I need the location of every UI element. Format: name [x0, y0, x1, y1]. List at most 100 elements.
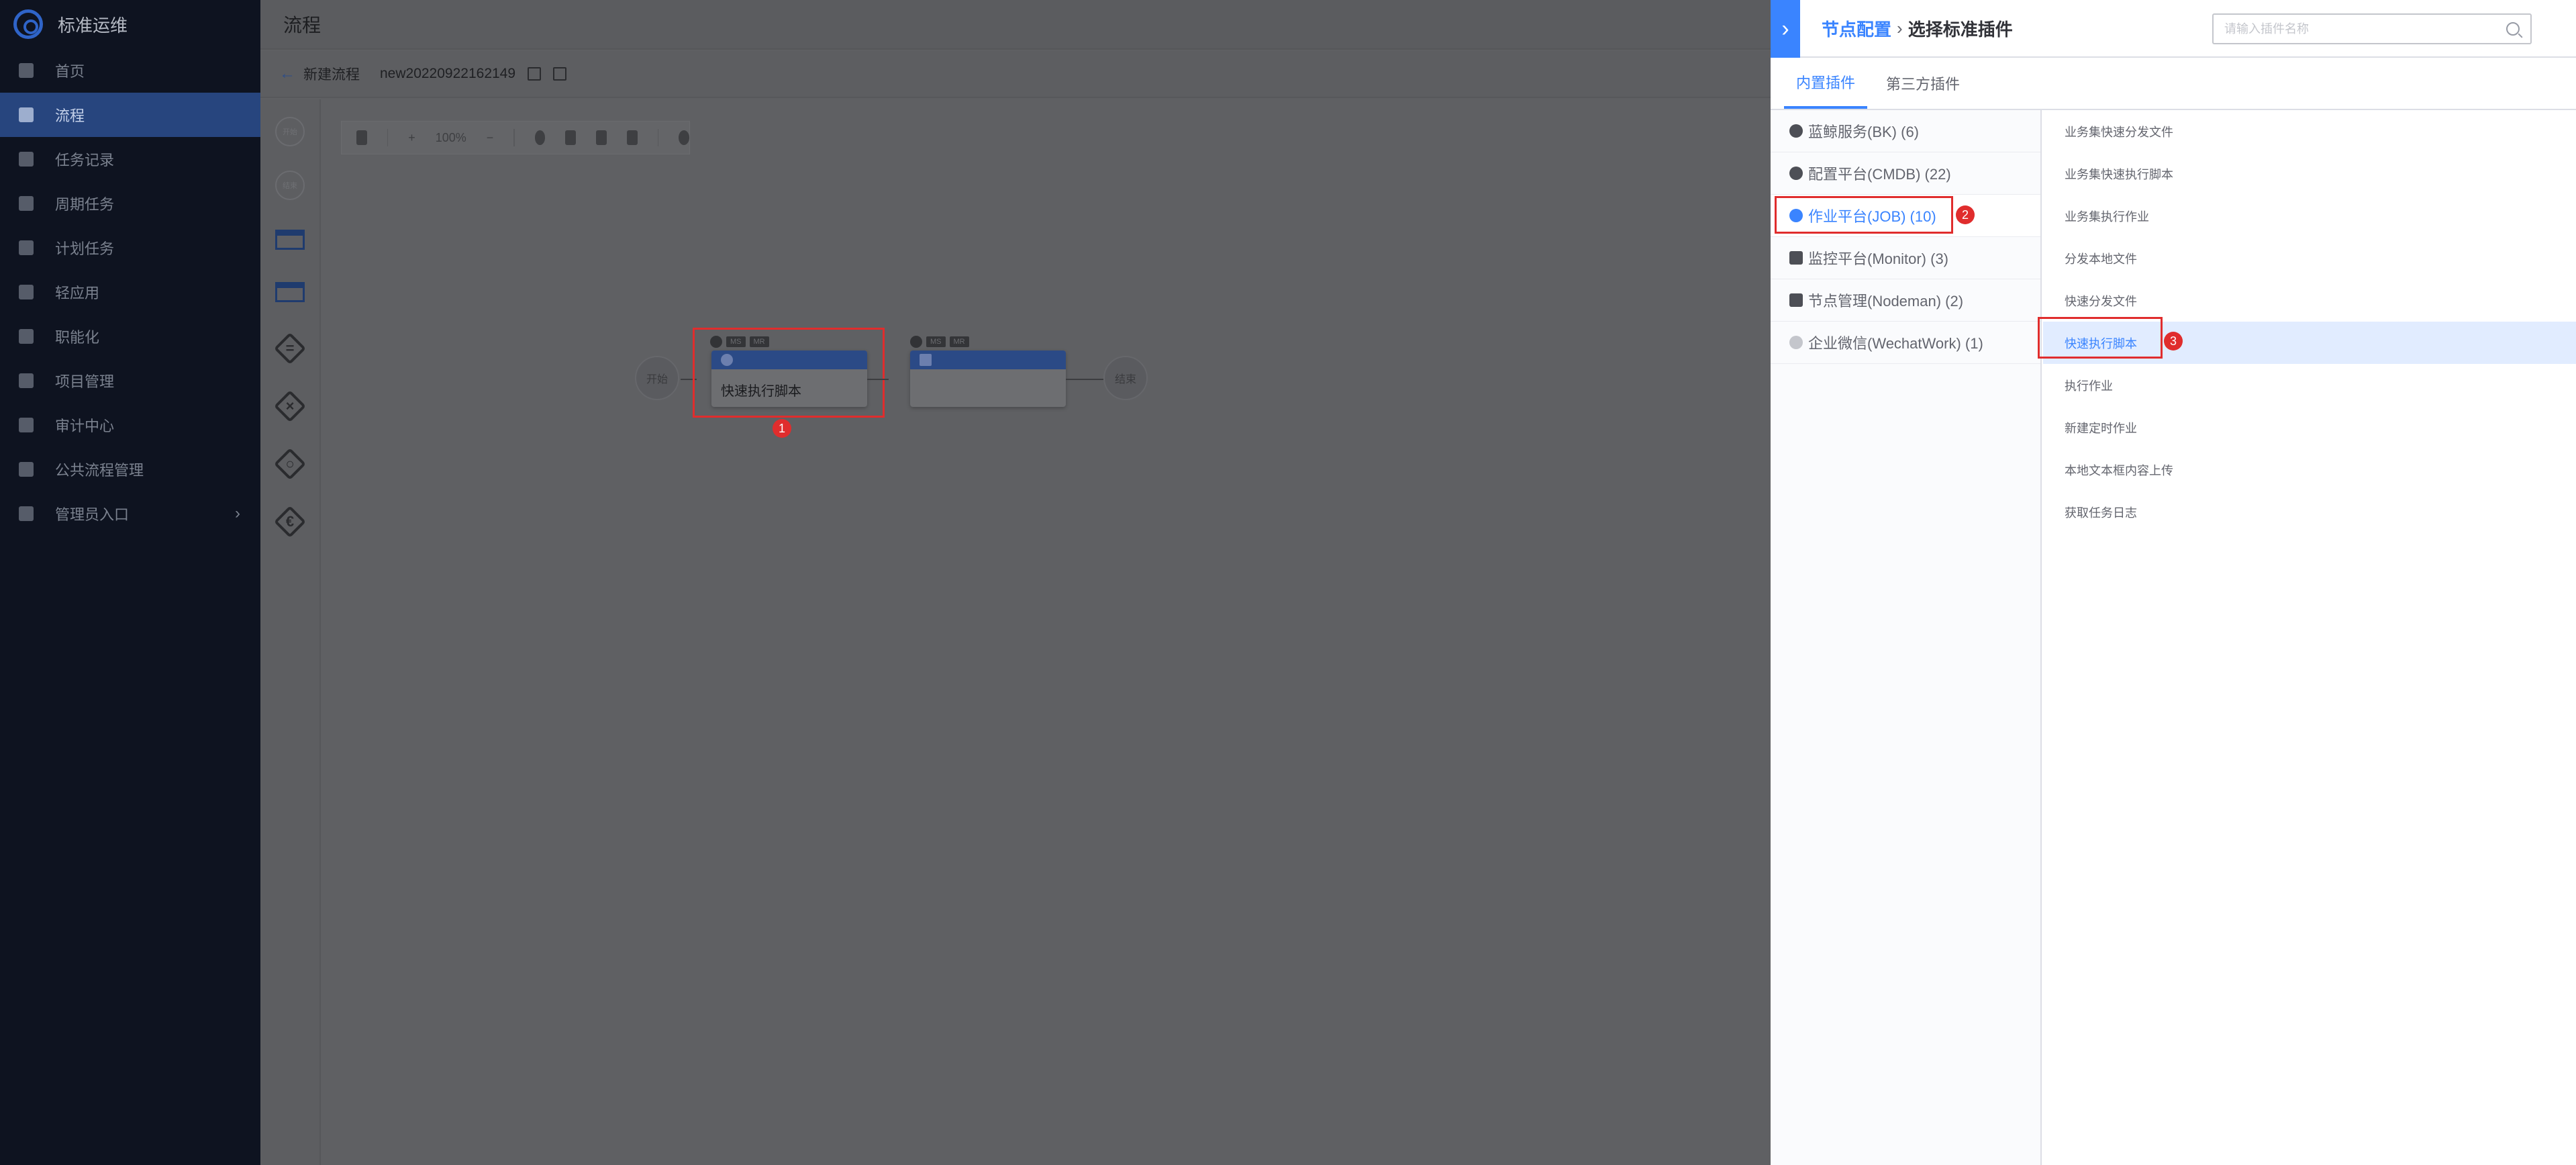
task-node-empty[interactable]: [910, 351, 1066, 407]
canvas-toolbar: + 100% −: [341, 121, 690, 154]
project-icon: [19, 373, 34, 388]
nav-item-function[interactable]: 职能化: [0, 314, 260, 359]
palette-converge-gateway[interactable]: ○: [273, 447, 307, 481]
nav-item-label: 轻应用: [55, 285, 100, 301]
nav-item-periodic-task[interactable]: 周期任务: [0, 181, 260, 226]
breadcrumb-root[interactable]: 节点配置: [1822, 16, 1891, 41]
cross-icon: ×: [285, 398, 295, 414]
back-arrow-icon[interactable]: ←: [279, 64, 295, 83]
nav-item-label: 公共流程管理: [55, 462, 144, 479]
check-icon: [910, 336, 922, 348]
flow-name: new20220922162149: [380, 66, 516, 81]
nav-item-label: 职能化: [55, 329, 100, 346]
flow-icon: [19, 107, 34, 122]
palette-subflow-node[interactable]: [275, 282, 305, 302]
plugin-search[interactable]: [2212, 13, 2532, 44]
nav-item-label: 计划任务: [55, 240, 115, 257]
flow-canvas[interactable]: + 100% − 开始 MS MR 快速执行脚本 1 MS MR 结束: [321, 99, 1772, 1165]
category-item[interactable]: 配置平台(CMDB) (22): [1771, 152, 2040, 195]
nav-item-label: 首页: [55, 63, 85, 80]
category-label: 节点管理(Nodeman) (2): [1808, 293, 1964, 310]
plugin-item[interactable]: 业务集快速执行脚本: [2043, 152, 2576, 195]
tab-third-party-plugins[interactable]: 第三方插件: [1874, 58, 1972, 109]
category-item[interactable]: 节点管理(Nodeman) (2): [1771, 279, 2040, 322]
palette-exclusive-gateway[interactable]: ×: [273, 389, 307, 423]
brand-name: 标准运维: [58, 15, 128, 36]
breadcrumb-separator: ›: [1897, 17, 1903, 38]
plan-task-icon: [19, 240, 34, 255]
euro-icon: €: [285, 513, 295, 530]
page-header: 流程: [260, 0, 1772, 50]
annotation-badge-1: 1: [773, 419, 791, 438]
nav-item-public-flow[interactable]: 公共流程管理: [0, 447, 260, 492]
eye-icon[interactable]: [679, 130, 689, 145]
palette-parallel-gateway[interactable]: =: [273, 332, 307, 365]
edit-icon[interactable]: [528, 67, 542, 81]
nav-item-label: 项目管理: [55, 373, 115, 390]
nav-item-admin[interactable]: 管理员入口 ›: [0, 492, 260, 536]
nav-item-flow[interactable]: 流程: [0, 93, 260, 137]
zoom-out-icon[interactable]: −: [487, 131, 494, 145]
function-icon: [19, 329, 34, 344]
plugin-item[interactable]: 本地文本框内容上传: [2043, 449, 2576, 491]
plugin-tabs: 内置插件 第三方插件: [1771, 58, 2576, 110]
plugin-item[interactable]: 分发本地文件: [2043, 237, 2576, 279]
nav-item-plan-task[interactable]: 计划任务: [0, 226, 260, 270]
tag-ms: MS: [926, 336, 946, 347]
annotation-box-1: [693, 328, 885, 418]
nav-item-task-record[interactable]: 任务记录: [0, 137, 260, 181]
palette-task-node[interactable]: [275, 230, 305, 250]
plugin-item[interactable]: 执行作业: [2043, 364, 2576, 406]
logo-icon: [13, 9, 43, 39]
edge: [867, 379, 889, 380]
category-label: 蓝鲸服务(BK) (6): [1808, 124, 1920, 140]
side-nav: 标准运维 首页 流程 任务记录 周期任务 计划任务 轻应用 职能化 项目管理 审…: [0, 0, 260, 1165]
category-item[interactable]: 企业微信(WechatWork) (1): [1771, 322, 2040, 364]
plugin-item[interactable]: 新建定时作业: [2043, 406, 2576, 449]
annotation-badge-2: 2: [1956, 205, 1975, 224]
zoom-in-icon[interactable]: +: [408, 131, 415, 145]
save-icon[interactable]: [553, 67, 567, 81]
layout-icon[interactable]: [356, 130, 367, 145]
end-node[interactable]: 结束: [1103, 356, 1148, 400]
plugin-category-list: 蓝鲸服务(BK) (6) 配置平台(CMDB) (22) 作业平台(JOB) (…: [1771, 110, 2042, 1165]
palette-end-node[interactable]: 结束: [275, 171, 305, 200]
plugin-search-input[interactable]: [2224, 21, 2506, 36]
plugin-item[interactable]: 业务集执行作业: [2043, 195, 2576, 237]
toolbar-divider: [387, 129, 389, 146]
nav-item-mini-app[interactable]: 轻应用: [0, 270, 260, 314]
select-icon[interactable]: [565, 130, 577, 145]
reset-icon[interactable]: [534, 130, 546, 145]
admin-icon: [19, 506, 34, 521]
task-record-icon: [19, 152, 34, 167]
plugin-item[interactable]: 业务集快速分发文件: [2043, 110, 2576, 152]
annotation-box-3: [2038, 317, 2163, 359]
plugin-item[interactable]: 获取任务日志: [2043, 491, 2576, 533]
back-link[interactable]: 新建流程: [303, 64, 360, 84]
list-icon[interactable]: [596, 130, 607, 145]
search-icon[interactable]: [2506, 22, 2520, 36]
nav-item-audit[interactable]: 审计中心: [0, 403, 260, 447]
nav-item-project[interactable]: 项目管理: [0, 359, 260, 403]
plugin-item[interactable]: 快速分发文件: [2043, 279, 2576, 322]
nav-item-label: 任务记录: [55, 152, 115, 169]
monitor-icon: [1789, 251, 1803, 265]
node-label: [910, 369, 1066, 380]
brand[interactable]: 标准运维: [0, 0, 260, 48]
category-item[interactable]: 监控平台(Monitor) (3): [1771, 237, 2040, 279]
node-header: [910, 351, 1066, 369]
node-palette: 开始 结束 = × ○ €: [260, 99, 321, 1165]
palette-conditional-gateway[interactable]: €: [273, 505, 307, 539]
tab-builtin-plugins[interactable]: 内置插件: [1784, 58, 1868, 109]
fullscreen-icon[interactable]: [627, 130, 638, 145]
palette-start-node[interactable]: 开始: [275, 117, 305, 146]
start-node[interactable]: 开始: [635, 356, 679, 400]
nodeman-icon: [1789, 293, 1803, 307]
category-item[interactable]: 蓝鲸服务(BK) (6): [1771, 110, 2040, 152]
tag-mr: MR: [949, 336, 969, 347]
cmdb-icon: [1789, 167, 1803, 180]
zoom-level: 100%: [435, 130, 466, 144]
toolbar-divider: [513, 129, 515, 146]
nav-item-home[interactable]: 首页: [0, 48, 260, 93]
collapse-drawer-button[interactable]: ›: [1771, 0, 1800, 58]
